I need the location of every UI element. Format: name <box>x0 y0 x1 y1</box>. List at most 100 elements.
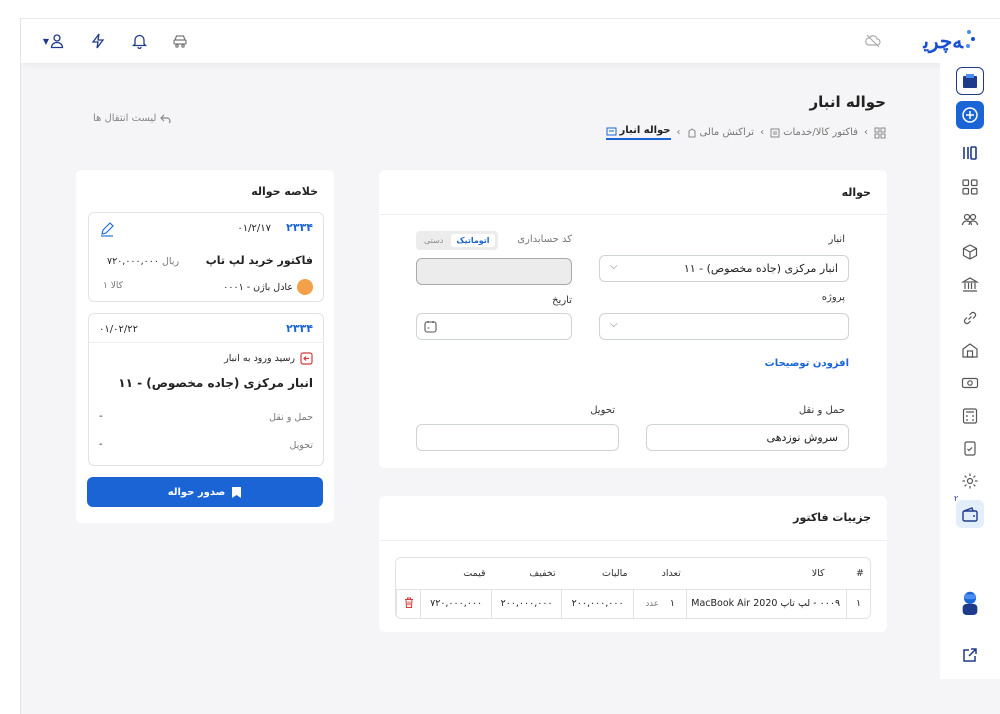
warehouse-icon <box>606 127 617 135</box>
transaction-icon <box>688 127 695 137</box>
invoice-summary-card[interactable]: ۲۳۳۴ ۰۱/۲/۱۷ فاکتور خرید لپ تاپ ریال ۷۲۰… <box>88 212 324 302</box>
invoice-title: فاکتور خرید لپ تاپ <box>205 254 313 267</box>
receipt-transport-value: - <box>99 411 103 422</box>
col-actions <box>396 558 421 590</box>
external-link-icon <box>963 648 977 662</box>
sidebar-products[interactable] <box>956 238 984 266</box>
user-menu-button[interactable]: ▼ <box>37 31 71 51</box>
sidebar-cash[interactable] <box>956 369 984 397</box>
toggle-auto[interactable]: اتوماتیک <box>451 234 495 247</box>
col-tax: مالیات <box>561 558 634 590</box>
sidebar-support[interactable] <box>956 586 984 622</box>
back-link-label: لیست انتقال ها <box>93 113 157 124</box>
grid-icon[interactable] <box>874 127 886 139</box>
receipt-delivery-label: تحویل <box>289 440 313 451</box>
breadcrumb-item-transaction[interactable]: تراکنش مالی <box>687 127 754 138</box>
sidebar-contacts[interactable] <box>956 205 984 233</box>
receipt-date: ۰۱/۰۲/۲۲ <box>99 324 138 335</box>
invoice-person-group: ۰۰۰۱ - عادل باژن <box>223 279 313 295</box>
sidebar-bank[interactable] <box>956 271 984 299</box>
avatar <box>297 279 313 295</box>
col-index: # <box>846 558 870 590</box>
transport-label: حمل و نقل <box>798 405 845 416</box>
receipt-delivery-value: - <box>99 439 103 450</box>
breadcrumb-item-invoice[interactable]: فاکتور کالا/خدمات <box>770 127 858 138</box>
edit-pencil-icon[interactable] <box>99 221 115 237</box>
transfer-form-card: حواله انبار ۱۱ - انبار مرکزی (جاده مخصوص… <box>379 170 887 468</box>
transport-input[interactable]: سروش نوزدهی <box>646 424 849 451</box>
row-qty: ۱ <box>669 598 675 610</box>
sidebar-reports[interactable] <box>956 435 984 463</box>
row-delete-cell[interactable] <box>396 589 421 618</box>
col-price: قیمت <box>420 558 492 590</box>
sidebar-dashboard[interactable] <box>956 173 984 201</box>
top-bar: ▼ ﻪﭼﺮﻳ <box>21 19 1000 63</box>
grid-icon <box>962 179 978 195</box>
receipt-number: ۲۳۳۴ <box>286 322 313 335</box>
sidebar-links[interactable] <box>956 304 984 332</box>
store-icon <box>963 74 977 88</box>
chevron-left-icon: ‹ <box>676 127 681 138</box>
box-icon <box>962 244 978 260</box>
sidebar-add[interactable] <box>956 101 984 129</box>
delivery-input[interactable] <box>416 424 619 451</box>
enter-warehouse-icon <box>300 352 313 365</box>
sidebar-store[interactable] <box>956 67 984 95</box>
chevron-down-icon: ⌵ <box>610 319 618 330</box>
table-row[interactable]: ۱ ۰۰۰۹ - لپ تاپ MacBook Air 2020 ۱ عدد ۲… <box>396 589 870 618</box>
chevron-left-icon: ‹ <box>864 127 868 138</box>
wallet-icon <box>962 507 978 522</box>
logo-text: ﻪﭼﺮﻳ <box>923 29 964 53</box>
sidebar-logout[interactable] <box>956 641 984 669</box>
gear-icon <box>962 473 978 489</box>
sidebar-boards[interactable] <box>956 139 984 167</box>
cloud-off-icon <box>865 34 881 48</box>
money-icon <box>961 377 979 389</box>
col-qty: تعداد <box>633 558 687 590</box>
notifications-button[interactable] <box>129 31 149 51</box>
project-label: پروژه <box>821 292 845 303</box>
users-icon <box>961 213 979 226</box>
col-product: کالا <box>686 558 847 590</box>
receipt-summary-card[interactable]: ۲۳۳۴ ۰۱/۰۲/۲۲ رسید ورود به انبار ۱۱ - ان… <box>88 313 324 466</box>
accounting-code-input <box>416 258 572 285</box>
receipt-type: رسید ورود به انبار <box>224 353 295 364</box>
issue-transfer-button[interactable]: صدور حواله <box>87 477 323 507</box>
accounting-code-toggle[interactable]: دستی اتوماتیک <box>416 231 498 250</box>
chevron-down-icon: ⌵ <box>610 261 618 272</box>
invoice-section-title: جزییات فاکتور <box>793 511 871 524</box>
form-section-title: حواله <box>841 186 871 199</box>
invoice-details-card: جزییات فاکتور # کالا تعداد مالیات تخفیف … <box>379 496 887 632</box>
kanban-icon <box>963 146 977 160</box>
receipt-divider <box>89 342 323 343</box>
row-product: ۰۰۰۹ - لپ تاپ MacBook Air 2020 <box>686 589 847 618</box>
invoice-amount-group: ریال ۷۲۰,۰۰۰,۰۰۰ <box>103 256 179 267</box>
calendar-icon <box>424 321 437 333</box>
breadcrumb-item-current: حواله انبار <box>605 125 671 140</box>
page-title: حواله انبار <box>809 93 886 111</box>
sidebar-calculator[interactable] <box>956 402 984 430</box>
flash-button[interactable] <box>88 31 108 51</box>
accounting-code-label: کد حسابداری <box>517 234 572 245</box>
bell-icon <box>131 34 147 49</box>
warehouse-select[interactable]: ۱۱ - انبار مرکزی (جاده مخصوص) ⌵ <box>599 255 849 282</box>
row-unit: عدد <box>645 599 659 610</box>
sidebar-wallet[interactable]: ۲ <box>954 494 984 528</box>
row-qty-cell: ۱ عدد <box>633 589 687 618</box>
col-discount: تخفیف <box>491 558 562 590</box>
sidebar-badge: ۲ <box>954 494 959 503</box>
sidebar-warehouse[interactable] <box>956 336 984 364</box>
bookmark-icon <box>232 486 242 498</box>
form-divider <box>379 214 887 215</box>
sidebar-settings[interactable] <box>956 467 984 495</box>
add-description-link[interactable]: افزودن توضیحات <box>765 358 849 369</box>
vehicle-button[interactable] <box>170 31 190 51</box>
transport-value: سروش نوزدهی <box>766 431 838 444</box>
toggle-manual[interactable]: دستی <box>418 234 449 247</box>
trash-icon[interactable] <box>404 597 414 608</box>
invoice-item-count: ۱ کالا <box>103 281 123 291</box>
date-input[interactable] <box>416 313 572 340</box>
project-select[interactable]: ⌵ <box>599 313 849 340</box>
issue-transfer-label: صدور حواله <box>167 486 226 498</box>
back-link[interactable]: لیست انتقال ها <box>93 113 171 124</box>
